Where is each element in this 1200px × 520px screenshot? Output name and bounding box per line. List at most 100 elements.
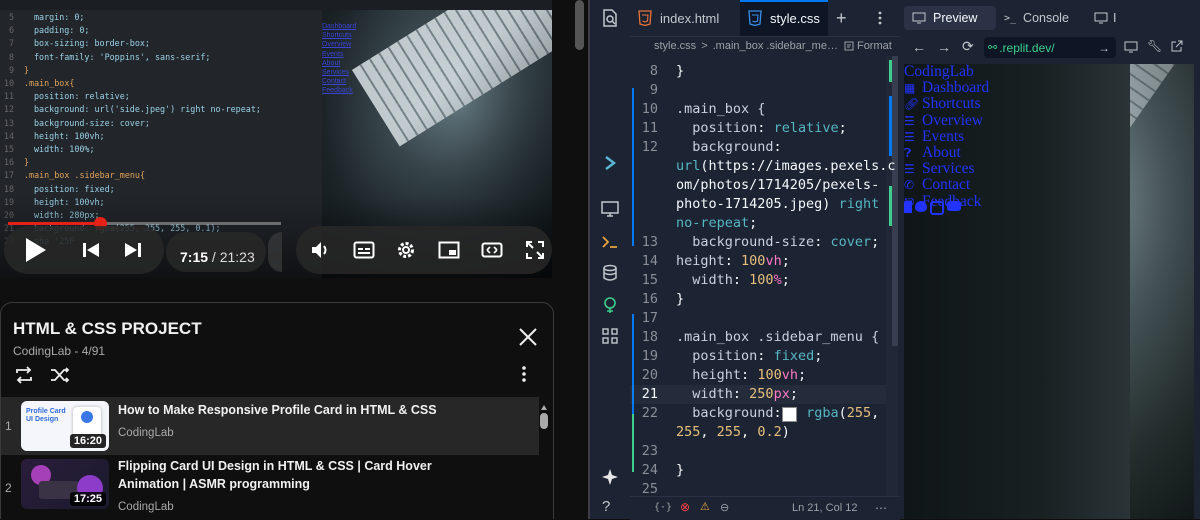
help-icon[interactable]: ? [602,498,618,516]
code-line[interactable]: 20 height: 100vh; [630,366,886,385]
code-line[interactable]: 8} [630,62,886,81]
code-line[interactable]: 10 .main_box { [630,100,886,119]
cursor-position[interactable]: Ln 21, Col 12 [792,502,857,514]
new-tab-button[interactable]: + [836,0,856,36]
page-scrollbar[interactable] [575,0,584,50]
preview-menu-item[interactable]: ☰ Services [904,161,989,177]
preview-menu-item[interactable]: ❓︎ About [904,144,989,161]
warning-icon[interactable]: ⚠ [700,500,710,513]
code-line[interactable]: 15 width: 100%; [630,271,886,290]
breadcrumb-selector[interactable]: .main_box .sidebar_me… [713,40,838,52]
devtools-icon[interactable]: 🔧︎ [1147,39,1162,53]
previous-button[interactable] [78,236,104,264]
video-code-text: margin: 0; [34,12,85,22]
preview-menu-item[interactable]: ☰ Events [904,128,989,145]
play-button[interactable] [18,232,52,268]
open-new-tab-button[interactable] [1170,40,1183,58]
code-line[interactable]: 17 [630,309,886,328]
open-url-icon[interactable]: → [1098,41,1110,55]
playlist-item-title[interactable]: How to Make Responsive Profile Card in H… [118,401,488,419]
devices-button[interactable] [1124,40,1138,59]
fullscreen-button[interactable] [522,236,548,264]
instagram-icon[interactable] [930,201,944,215]
preview-viewport[interactable]: CodingLab ▦ Dashboard 🔗︎ Shortcuts ☰ Overview… [904,64,1194,519]
shell-button[interactable] [600,233,620,251]
video-player[interactable]: 5 margin: 0; 6 padding: 0; 7 box-sizing: bord… [0,10,552,278]
code-line[interactable]: 16} [630,290,886,309]
tabs-more-button[interactable] [878,0,890,36]
code-line[interactable]: 9 [630,81,886,100]
playlist-item-channel[interactable]: CodingLab [118,501,174,513]
preview-menu-item[interactable]: ✆ Contact [904,177,989,193]
code-line[interactable]: 255, 255, 0.2) [630,423,886,442]
code-line[interactable]: 19 position: fixed; [630,347,886,366]
shuffle-button[interactable] [49,365,71,385]
language-icon[interactable]: {·} [654,502,672,513]
line-number: 18 [641,329,658,345]
loop-button[interactable] [13,365,35,385]
error-icon[interactable]: ⊗ [680,500,690,514]
code-line[interactable]: 13 background-size: cover; [630,233,886,252]
lint-icon[interactable]: ⊖ [720,501,729,514]
code-line[interactable]: 11 position: relative; [630,119,886,138]
color-swatch[interactable] [782,407,797,422]
playlist-close-button[interactable] [516,325,540,349]
code-line[interactable]: no-repeat; [630,214,886,233]
code-line[interactable]: 24} [630,461,886,480]
playlist-item-title[interactable]: Flipping Card UI Design in HTML & CSS | … [118,457,488,493]
format-button[interactable]: Format [844,40,892,52]
all-tools-button[interactable] [601,327,619,345]
current-time: 7:15 [180,249,209,265]
code-line[interactable]: 12 background: [630,138,886,157]
code-line[interactable]: 21 width: 250px; [630,385,886,404]
playlist-more-button[interactable] [521,365,533,385]
miniplayer-button[interactable] [436,236,462,264]
database-button[interactable] [602,264,618,282]
code-area[interactable]: 8} 9 10 .main_box {11 position: relative; 12… [630,56,900,496]
preview-menu-item[interactable]: ☰ Overview [904,112,989,129]
code-line[interactable]: 18 .main_box .sidebar_menu { [630,328,886,347]
tab-console[interactable]: >_ Console [1000,6,1088,30]
twitter-icon[interactable] [915,201,927,212]
playlist-item-channel[interactable]: CodingLab [118,427,174,439]
editor-scrollbar[interactable] [886,56,898,496]
volume-button[interactable] [308,236,334,264]
ai-assistant-button[interactable] [601,468,619,486]
forward-button[interactable]: → [937,39,951,55]
code-line[interactable]: 25 [630,480,886,496]
preview-menu-item[interactable]: 🔗︎ Shortcuts [904,96,989,112]
tab-truncated[interactable]: I [1094,6,1124,30]
progress-bar[interactable] [8,217,281,230]
tab-style-css[interactable]: style.css [740,0,828,36]
deployments-button[interactable] [601,296,619,314]
tab-preview[interactable]: Preview [904,6,996,30]
reload-button[interactable]: ⟳ [962,38,974,55]
code-line[interactable]: url(https://images.pexels.c [630,157,895,176]
next-button[interactable] [120,236,146,264]
theater-button[interactable] [479,236,505,264]
playlist-scrollbar[interactable] [539,405,549,519]
url-field[interactable]: ⚯ .replit.dev/ → [984,37,1116,58]
code-line[interactable]: om/photos/1714205/pexels- [630,176,886,195]
code-line[interactable]: 22 background: rgba(255, [630,404,886,423]
playlist-item[interactable]: 1 Profile Card UI Design 16:20 How to Ma… [1,397,539,455]
devices-icon [1124,41,1138,53]
facebook-icon[interactable] [904,201,912,213]
shuffle-icon [51,367,70,383]
youtube-icon[interactable] [947,201,961,211]
tab-index-html[interactable]: index.html [638,0,738,36]
code-line[interactable]: 23 [630,442,886,461]
status-more-icon[interactable]: ⋯ [875,501,887,515]
close-icon [519,328,537,346]
breadcrumb-file[interactable]: style.css [654,40,696,52]
settings-button[interactable] [393,236,419,264]
captions-button[interactable] [351,236,377,264]
preview-menu-item[interactable]: ▦ Dashboard [904,80,989,96]
file-search-button[interactable] [600,8,620,28]
back-button[interactable]: ← [912,39,926,55]
webview-button[interactable] [600,200,620,218]
code-line[interactable]: 14 height: 100vh; [630,252,886,271]
playlist-item[interactable]: 2 17:25 Flipping Card UI Design in HTML … [1,455,539,513]
replit-agent-button[interactable] [603,155,617,171]
code-line[interactable]: photo-1714205.jpeg) right [630,195,886,214]
